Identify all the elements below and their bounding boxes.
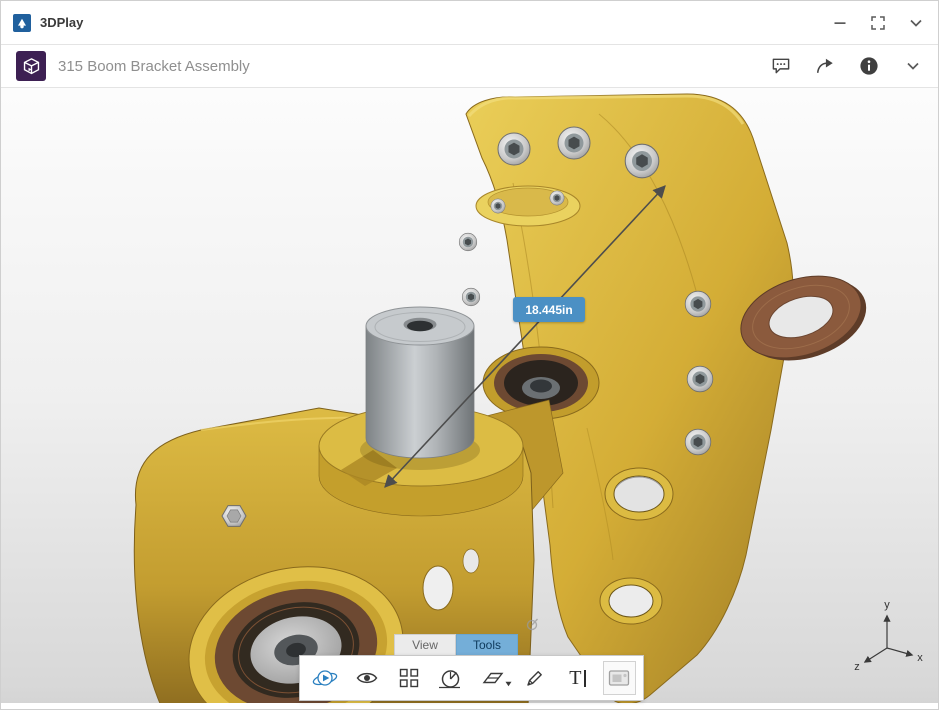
measure-cursor-icon — [525, 616, 541, 637]
tab-view[interactable]: View — [394, 634, 456, 655]
visibility-button[interactable] — [349, 659, 386, 697]
pin-part[interactable] — [366, 307, 474, 458]
titlebar-collapse-button[interactable] — [906, 13, 926, 33]
panel-tabs: View Tools — [394, 634, 518, 655]
minimize-button[interactable] — [830, 13, 850, 33]
3dplay-cube-icon — [16, 51, 46, 81]
pen-annotation-button[interactable] — [517, 659, 554, 697]
cad-scene: y x z — [1, 88, 939, 710]
turntable-play-icon — [312, 666, 338, 690]
tools-toolbar: T — [299, 655, 644, 701]
3ds-logo-icon — [13, 14, 31, 32]
section-button[interactable] — [475, 659, 512, 697]
comment-icon — [771, 56, 791, 76]
pen-icon — [523, 666, 547, 690]
snapshot-2d-box — [603, 661, 636, 695]
text-cursor-bar — [584, 670, 586, 687]
comment-button[interactable] — [771, 56, 791, 76]
text-annotation-button[interactable]: T — [559, 659, 596, 697]
section-plane-icon — [481, 666, 505, 690]
window-titlebar: 3DPlay — [1, 1, 938, 45]
document-bar: 315 Boom Bracket Assembly — [1, 45, 938, 88]
snapshot-2d-button[interactable] — [605, 664, 633, 692]
fullscreen-button[interactable] — [868, 13, 888, 33]
docbar-collapse-button[interactable] — [903, 56, 923, 76]
select-items-icon — [397, 666, 421, 690]
axis-x-label: x — [917, 652, 923, 664]
window-controls — [830, 13, 926, 33]
select-items-button[interactable] — [391, 659, 428, 697]
info-icon — [859, 56, 879, 76]
snapshot-2d-icon — [607, 667, 631, 689]
tab-tools[interactable]: Tools — [456, 634, 518, 655]
dropdown-arrow-icon[interactable] — [505, 675, 512, 690]
document-actions — [771, 56, 923, 76]
3d-viewport[interactable]: y x z 18.445in View Tools — [1, 88, 939, 710]
turntable-play-button[interactable] — [307, 659, 344, 697]
visibility-eye-icon — [355, 666, 379, 690]
text-annotation-icon: T — [569, 668, 581, 688]
viewport-bottom-strip — [1, 703, 939, 710]
fullscreen-icon — [870, 15, 886, 31]
measure-button[interactable] — [433, 659, 470, 697]
share-icon — [815, 56, 835, 76]
axis-triad: y x z — [854, 599, 923, 673]
document-title: 315 Boom Bracket Assembly — [58, 58, 250, 75]
axis-y-label: y — [884, 599, 890, 611]
axis-z-label: z — [854, 661, 860, 673]
measurement-label[interactable]: 18.445in — [513, 297, 585, 322]
chevron-down-icon — [905, 58, 921, 74]
info-button[interactable] — [859, 56, 879, 76]
3dplay-window: 3DPlay 315 Boom Bracket Assembly — [0, 0, 939, 710]
app-title: 3DPlay — [40, 15, 83, 30]
minimize-icon — [833, 16, 847, 30]
measure-icon — [439, 666, 463, 690]
chevron-down-icon — [908, 15, 924, 31]
share-button[interactable] — [815, 56, 835, 76]
